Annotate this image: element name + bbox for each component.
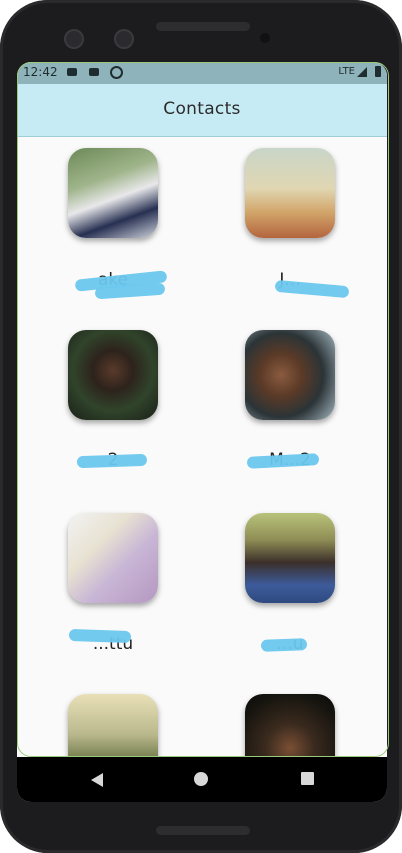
redaction-mark	[76, 453, 148, 469]
page-title: Contacts	[163, 99, 241, 119]
youtube-icon	[67, 68, 77, 76]
app-bar: Contacts	[17, 84, 387, 137]
navigation-bar	[17, 757, 387, 802]
signal-icon	[357, 67, 367, 77]
front-sensor	[114, 29, 134, 49]
contact-avatar[interactable]	[245, 513, 335, 603]
contact-avatar[interactable]	[68, 330, 158, 420]
contact-avatar[interactable]	[245, 148, 335, 238]
contact-avatar[interactable]	[68, 513, 158, 603]
home-icon[interactable]	[194, 772, 208, 786]
youtube-icon	[89, 68, 99, 76]
recents-icon[interactable]	[301, 772, 314, 785]
redaction-mark	[68, 628, 132, 644]
status-bar: 12:42 LTE	[17, 62, 387, 84]
earpiece-speaker	[156, 22, 250, 31]
redaction-mark	[260, 638, 308, 652]
battery-icon	[375, 66, 381, 77]
bottom-speaker	[156, 826, 250, 835]
proximity-sensor	[260, 33, 270, 43]
status-time: 12:42	[23, 65, 58, 79]
front-camera	[64, 29, 84, 49]
contact-avatar[interactable]	[68, 148, 158, 238]
contact-avatar[interactable]	[245, 330, 335, 420]
back-icon[interactable]	[91, 773, 103, 787]
phone-frame: 12:42 LTE Contacts ake J...	[0, 0, 402, 853]
network-type: LTE	[338, 66, 355, 77]
screen: 12:42 LTE Contacts ake J...	[17, 62, 387, 802]
data-saver-icon	[110, 66, 123, 79]
contacts-grid[interactable]: ake J... 2 M...2 ...ttu	[17, 137, 387, 784]
